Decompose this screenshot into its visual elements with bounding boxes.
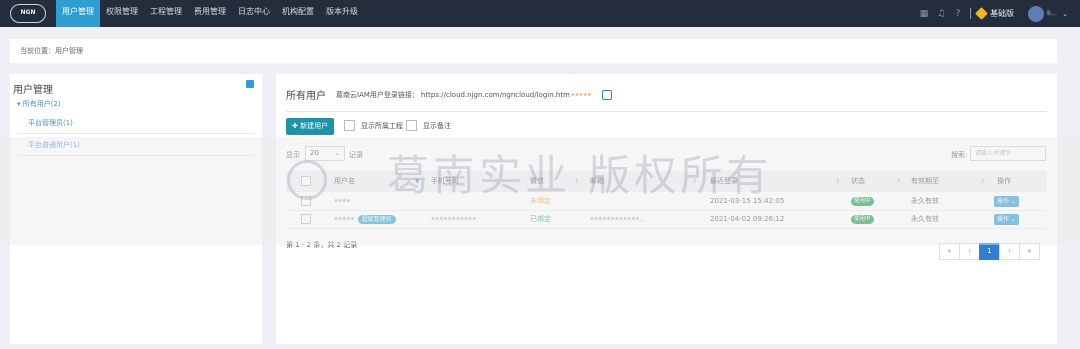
copy-icon[interactable] [601, 89, 612, 100]
cell-phone: ••••••••••• [431, 215, 477, 223]
nav-org-config[interactable]: 机构配置 [276, 0, 320, 27]
sort-icon[interactable]: ⇕ [835, 171, 840, 192]
row-action-label: 操作 [997, 216, 1010, 223]
sort-icon[interactable]: ⇕ [574, 171, 579, 192]
panel-title: 用户管理 [13, 85, 53, 96]
col-actions: 操作 [997, 177, 1011, 185]
cell-last-login: 2021-04-02 09:26:12 [710, 215, 785, 223]
sort-icon[interactable]: ⇕ [516, 171, 521, 192]
sort-icon[interactable]: ⇕ [980, 171, 985, 192]
cell-username: •••• [334, 197, 351, 205]
divider [970, 8, 972, 19]
top-nav-bar: NGN 用户管理 权限管理 工程管理 费用管理 日志中心 机构配置 版本升级 ▦… [0, 0, 1080, 27]
page-size-select[interactable]: 20 ⌄ [305, 146, 345, 161]
group-icon[interactable] [246, 80, 254, 88]
user-list-panel: 所有用户 葛南云IAM用户登录链接： https://cloud.njgn.co… [276, 74, 1057, 344]
nav-project-management[interactable]: 工程管理 [144, 0, 188, 27]
breadcrumb: 当前位置：用户管理 [10, 39, 1057, 63]
cell-last-login: 2021-03-15 15:42:05 [710, 197, 785, 205]
avatar[interactable] [1028, 5, 1045, 22]
show-note-toggle[interactable]: 显示备注 [406, 120, 451, 131]
search-input[interactable]: 请输入关键字 [970, 146, 1046, 161]
status-badge: 使用中 [851, 197, 874, 206]
row-action-label: 操作 [997, 198, 1010, 205]
sort-icon[interactable]: ⇕ [692, 171, 697, 192]
main-nav: 用户管理 权限管理 工程管理 费用管理 日志中心 机构配置 版本升级 [56, 0, 364, 27]
tree-item-platform-user[interactable]: 平台普通用户(1) [18, 135, 254, 156]
row-action-dropdown[interactable]: 操作 ⌄ [994, 214, 1019, 225]
page-1-button[interactable]: 1 [979, 243, 1000, 260]
nav-log-center[interactable]: 日志中心 [232, 0, 276, 27]
login-link-mask: ••••• [570, 90, 592, 99]
table-row[interactable]: ••••• 超级管理员 ••••••••••• 已绑定 ••••••••••••.… [286, 210, 1047, 229]
header-tools: ▦ ♫ ? 基础版 li... ⌄ [919, 0, 1080, 27]
page-size-value: 20 [310, 149, 319, 157]
ngn-logo[interactable]: NGN [10, 4, 46, 23]
super-admin-badge: 超级管理员 [357, 214, 396, 224]
status-badge: 使用中 [851, 215, 874, 224]
next-page-button[interactable]: › [999, 243, 1020, 260]
table-row[interactable]: •••• 未绑定 2021-03-15 15:42:05 使用中 永久有效 操作… [286, 192, 1047, 211]
row-checkbox[interactable] [301, 196, 311, 206]
user-tree-panel: 用户管理 ▾ 所有用户(2) 平台管理员(1) 平台普通用户(1) [10, 74, 262, 344]
col-status[interactable]: 状态 [851, 171, 865, 192]
nav-permission-management[interactable]: 权限管理 [100, 0, 144, 27]
chevron-down-icon[interactable]: ⌄ [1062, 10, 1068, 18]
pagination: « ‹ 1 › » [939, 243, 1040, 260]
nav-version-upgrade[interactable]: 版本升级 [320, 0, 364, 27]
tree-item-platform-admin[interactable]: 平台管理员(1) [18, 113, 254, 134]
last-page-button[interactable]: » [1019, 243, 1040, 260]
edition-badge[interactable]: 基础版 [975, 7, 1015, 20]
search-label: 搜索: [951, 151, 968, 159]
cell-wechat: 未绑定 [530, 197, 551, 205]
col-email[interactable]: 邮箱 [590, 171, 604, 192]
show-note-label: 显示备注 [423, 121, 451, 130]
cell-email: ••••••••••••... [590, 215, 647, 223]
nav-user-management[interactable]: 用户管理 [56, 0, 100, 27]
user-name[interactable]: li... [1047, 10, 1056, 17]
username-text: ••••• [334, 215, 355, 223]
show-project-toggle[interactable]: 显示所属工程 [344, 120, 403, 131]
panel-header: 所有用户 葛南云IAM用户登录链接： https://cloud.njgn.co… [286, 87, 612, 102]
show-note-checkbox[interactable] [406, 120, 417, 131]
cell-username: ••••• 超级管理员 [334, 210, 396, 229]
chevron-down-icon: ⌄ [334, 150, 340, 157]
page-title: 所有用户 [286, 91, 326, 102]
tree-root-all-users[interactable]: ▾ 所有用户(2) [17, 99, 61, 109]
row-action-dropdown[interactable]: 操作 ⌄ [994, 196, 1019, 207]
cell-valid-until: 永久有效 [911, 215, 939, 223]
first-page-button[interactable]: « [939, 243, 960, 260]
pagination-summary: 第 1 - 2 条，共 2 记录 [286, 241, 358, 249]
edition-label: 基础版 [990, 9, 1015, 18]
bell-icon[interactable]: ♫ [936, 9, 946, 19]
col-valid-until[interactable]: 有效期至 [911, 171, 939, 192]
show-project-checkbox[interactable] [344, 120, 355, 131]
sort-desc-icon[interactable]: ▼ [415, 171, 420, 192]
table-header: 用户名 ▼ 手机号码 ⇕ 微信 ⇕ 邮箱 ⇕ 最近登录 ⇕ 状态 ⇕ 有效期至 … [286, 171, 1047, 192]
select-all-checkbox[interactable] [301, 176, 311, 186]
login-link-label: 葛南云IAM用户登录链接： [336, 90, 419, 99]
show-project-label: 显示所属工程 [361, 121, 403, 130]
cell-valid-until: 永久有效 [911, 197, 939, 205]
login-link-url[interactable]: https://cloud.njgn.com/ngncloud/login.ht… [421, 91, 570, 99]
add-user-button[interactable]: ✚ 新建用户 [286, 118, 335, 135]
grid-icon[interactable]: ▦ [919, 9, 929, 19]
prev-page-button[interactable]: ‹ [959, 243, 980, 260]
sort-icon[interactable]: ⇕ [896, 171, 901, 192]
row-checkbox[interactable] [301, 214, 311, 224]
col-last-login[interactable]: 最近登录 [710, 171, 738, 192]
help-icon[interactable]: ? [953, 9, 963, 19]
page-size-label: 显示 [286, 151, 300, 159]
add-user-label: 新建用户 [300, 122, 329, 130]
divider [286, 111, 1047, 112]
cell-wechat: 已绑定 [530, 215, 551, 223]
nav-fee-management[interactable]: 费用管理 [188, 0, 232, 27]
record-label: 记录 [349, 151, 363, 159]
gem-icon [975, 7, 988, 20]
col-username[interactable]: 用户名 [334, 171, 355, 192]
col-phone[interactable]: 手机号码 [431, 171, 459, 192]
tree-root-label: 所有用户(2) [22, 100, 61, 108]
col-wechat[interactable]: 微信 [530, 171, 544, 192]
